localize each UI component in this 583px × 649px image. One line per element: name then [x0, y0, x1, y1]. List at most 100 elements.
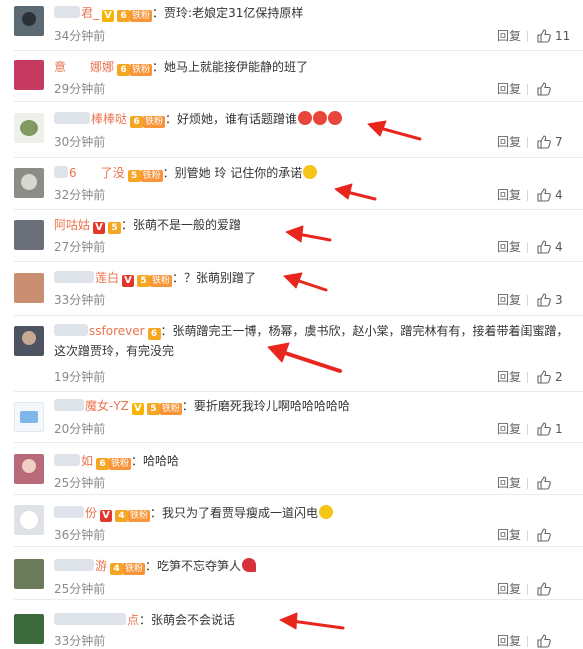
reply-button[interactable]: 回复 — [497, 633, 521, 649]
username[interactable]: 如 — [81, 454, 93, 468]
divider — [527, 478, 528, 489]
comment-time: 19分钟前 — [54, 370, 106, 384]
like-button[interactable]: 3 — [537, 292, 575, 308]
divider — [527, 84, 528, 95]
avatar[interactable] — [14, 113, 44, 143]
reply-button[interactable]: 回复 — [497, 134, 521, 150]
fan-level-icon: 5 — [127, 170, 141, 182]
divider — [527, 636, 528, 647]
thumbs-up-icon — [537, 528, 551, 542]
username-blur — [54, 324, 88, 336]
divider — [527, 424, 528, 435]
comment-text: ：别管她 玲 记住你的承诺 — [162, 166, 303, 180]
username[interactable]: 阿咕姑 — [54, 218, 90, 232]
avatar[interactable] — [14, 273, 44, 303]
avatar[interactable] — [14, 559, 44, 589]
comment-time: 29分钟前 — [54, 82, 106, 96]
comment-item: 棒棒哒 6 铁粉 ：好烦她，谁有话题蹭谁 30分钟前 回复 7 — [0, 102, 583, 158]
fan-level-icon: 5 — [108, 222, 122, 234]
comment-time: 33分钟前 — [54, 293, 106, 307]
username[interactable]: 份 — [85, 506, 97, 520]
comment-text: ：哈哈哈 — [131, 454, 180, 468]
username[interactable]: 莲白 — [95, 271, 119, 285]
like-button[interactable] — [537, 633, 575, 649]
reply-button[interactable]: 回复 — [497, 421, 521, 437]
username[interactable]: 6 了没 — [69, 166, 125, 180]
reply-button[interactable]: 回复 — [497, 527, 521, 543]
username[interactable]: 意 娜娜 — [54, 60, 114, 74]
reply-button[interactable]: 回复 — [497, 581, 521, 597]
cool-face-icon — [303, 165, 318, 179]
comment-time: 32分钟前 — [54, 188, 106, 202]
thumbs-up-icon — [537, 82, 551, 96]
username-blur — [54, 112, 90, 124]
laughing-face-icon — [319, 505, 334, 519]
thumbs-up-icon — [537, 422, 551, 436]
like-button[interactable]: 4 — [537, 187, 575, 203]
avatar[interactable] — [14, 505, 44, 535]
fan-badge: 铁粉 — [130, 64, 153, 76]
comment-item: 君_ V 6 铁粉 ：贾玲:老娘定31亿保持原样 34分钟前 回复 11 — [0, 0, 583, 51]
fan-level-icon: 6 — [147, 328, 161, 340]
avatar[interactable] — [14, 6, 44, 36]
like-button[interactable]: 4 — [537, 239, 575, 255]
fan-badge: 铁粉 — [123, 563, 146, 575]
like-button[interactable]: 7 — [537, 134, 575, 150]
reply-button[interactable]: 回复 — [497, 28, 521, 44]
username[interactable]: ssforever — [89, 324, 145, 338]
like-button[interactable]: 11 — [537, 28, 575, 44]
comment-item: 莲白 V 5 铁粉 ：？张萌别蹭了 33分钟前 回复 3 — [0, 262, 583, 316]
reply-button[interactable]: 回复 — [497, 292, 521, 308]
divider — [527, 31, 528, 42]
comment-text: ：要折磨死我玲儿啊哈哈哈哈哈 — [181, 399, 350, 413]
avatar[interactable] — [14, 326, 44, 356]
like-count: 3 — [555, 293, 563, 307]
like-count: 4 — [555, 240, 563, 254]
username[interactable]: 点 — [127, 613, 139, 627]
verified-badge-icon: V — [122, 275, 135, 287]
username-blur — [54, 506, 84, 518]
comment-time: 34分钟前 — [54, 29, 106, 43]
reply-button[interactable]: 回复 — [497, 187, 521, 203]
avatar[interactable] — [14, 614, 44, 644]
comment-item: 魔女-YZ V 5 铁粉 ：要折磨死我玲儿啊哈哈哈哈哈 20分钟前 回复 1 — [0, 392, 583, 443]
comment-time: 25分钟前 — [54, 582, 106, 596]
fan-level-icon: 4 — [115, 510, 129, 522]
comment-time: 27分钟前 — [54, 240, 106, 254]
fan-level-icon: 6 — [96, 458, 110, 470]
avatar[interactable] — [14, 454, 44, 484]
reply-button[interactable]: 回复 — [497, 239, 521, 255]
reply-button[interactable]: 回复 — [497, 81, 521, 97]
avatar[interactable] — [14, 60, 44, 90]
divider — [527, 530, 528, 541]
reply-button[interactable]: 回复 — [497, 475, 521, 491]
username[interactable]: 棒棒哒 — [91, 112, 127, 126]
like-button[interactable]: 1 — [537, 421, 575, 437]
avatar[interactable] — [14, 402, 44, 432]
fan-badge: 铁粉 — [140, 170, 163, 182]
divider — [527, 190, 528, 201]
username[interactable]: 君_ — [81, 6, 99, 20]
comment-item: 游 4 铁粉 ：吃笋不忘夺笋人 25分钟前 回复 — [0, 547, 583, 600]
angry-face-icon — [313, 111, 328, 125]
reply-button[interactable]: 回复 — [497, 369, 521, 385]
fan-level-icon: 6 — [117, 64, 131, 76]
username[interactable]: 游 — [95, 559, 107, 573]
thumbs-up-icon — [537, 293, 551, 307]
like-button[interactable] — [537, 581, 575, 597]
like-button[interactable] — [537, 527, 575, 543]
avatar[interactable] — [14, 168, 44, 198]
like-button[interactable]: 2 — [537, 369, 575, 385]
comment-item: 阿咕姑 V 5 ：张萌不是一般的爱蹭 27分钟前 回复 4 — [0, 210, 583, 262]
username-blur — [54, 613, 126, 625]
comment-text: ：我只为了看贾导瘦成一道闪电 — [150, 506, 319, 520]
comment-item: 意 娜娜 6 铁粉 ：她马上就能接伊能静的班了 29分钟前 回复 — [0, 51, 583, 102]
like-count: 1 — [555, 422, 563, 436]
thumbs-up-icon — [537, 29, 551, 43]
like-button[interactable] — [537, 475, 575, 491]
avatar[interactable] — [14, 220, 44, 250]
username-blur — [54, 559, 94, 571]
like-button[interactable] — [537, 81, 575, 97]
username[interactable]: 魔女-YZ — [85, 399, 129, 413]
like-count: 11 — [555, 29, 571, 43]
